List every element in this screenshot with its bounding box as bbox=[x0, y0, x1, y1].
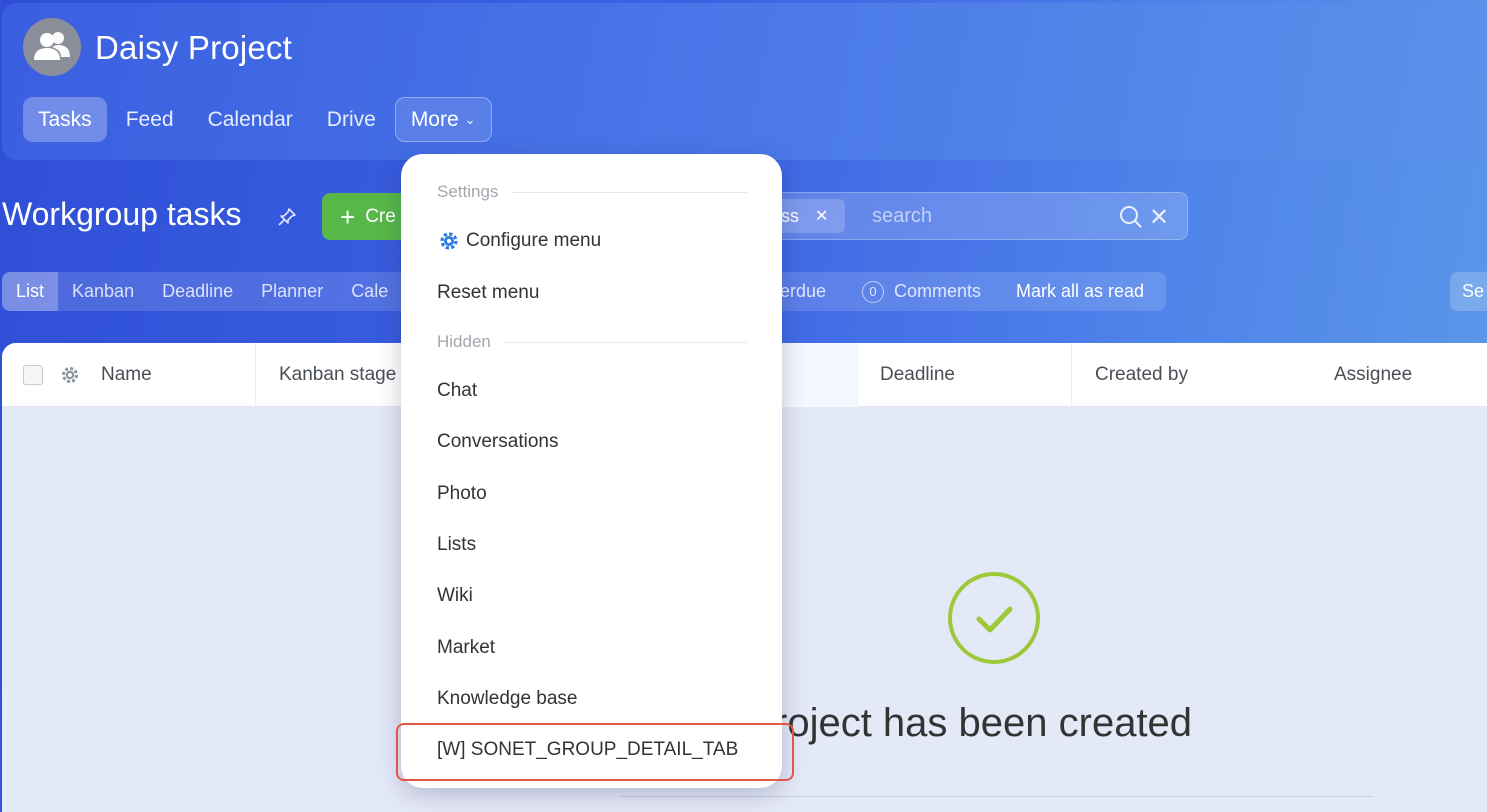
column-divider bbox=[857, 343, 858, 407]
more-dropdown-menu: Settings Configure menu Reset menu Hidde… bbox=[401, 154, 782, 788]
menu-item-market[interactable]: Market bbox=[437, 637, 495, 659]
menu-section-hidden: Hidden bbox=[437, 332, 747, 352]
gear-icon bbox=[440, 232, 458, 250]
nav-more-label: More bbox=[410, 107, 459, 131]
plus-icon: + bbox=[340, 201, 356, 232]
comments-label: Comments bbox=[894, 281, 982, 301]
search-icon[interactable] bbox=[1118, 204, 1144, 230]
section-divider bbox=[512, 191, 747, 193]
column-created-by[interactable]: Created by bbox=[1095, 343, 1188, 407]
pin-icon[interactable] bbox=[276, 206, 298, 228]
column-divider bbox=[255, 343, 256, 407]
empty-state-message: roject has been created bbox=[774, 701, 1193, 745]
divider bbox=[620, 796, 1374, 797]
chip-remove-icon[interactable]: ✕ bbox=[815, 206, 828, 226]
comments-count-badge: 0 bbox=[862, 280, 884, 303]
create-button-label: Cre bbox=[365, 205, 396, 227]
search-input[interactable]: search bbox=[872, 205, 932, 228]
view-tab-list[interactable]: List bbox=[2, 272, 59, 311]
nav-tab-drive[interactable]: Drive bbox=[312, 97, 391, 142]
menu-item-chat[interactable]: Chat bbox=[437, 380, 477, 402]
menu-item-conversations[interactable]: Conversations bbox=[437, 431, 558, 453]
menu-item-reset[interactable]: Reset menu bbox=[437, 282, 539, 304]
filter-search-box[interactable]: ss ✕ search ✕ bbox=[760, 192, 1188, 240]
menu-item-knowledge-base[interactable]: Knowledge base bbox=[437, 688, 578, 710]
gear-icon[interactable] bbox=[60, 365, 80, 385]
view-tab-kanban[interactable]: Kanban bbox=[58, 272, 148, 311]
success-icon bbox=[948, 572, 1040, 664]
project-nav: Tasks Feed Calendar Drive More ⌄ bbox=[23, 97, 492, 142]
menu-item-lists[interactable]: Lists bbox=[437, 534, 476, 556]
mark-all-read-button[interactable]: Mark all as read bbox=[1016, 272, 1144, 311]
group-avatar[interactable] bbox=[23, 18, 81, 76]
page-title: Workgroup tasks bbox=[2, 196, 242, 232]
menu-item-sonet-group-detail-tab[interactable]: [W] SONET_GROUP_DETAIL_TAB bbox=[437, 739, 738, 761]
view-tab-planner[interactable]: Planner bbox=[247, 272, 337, 311]
column-deadline[interactable]: Deadline bbox=[880, 343, 955, 407]
menu-item-wiki[interactable]: Wiki bbox=[437, 585, 473, 607]
column-divider bbox=[1071, 343, 1072, 407]
column-highlight bbox=[782, 343, 858, 407]
comments-counter[interactable]: 0 Comments bbox=[862, 272, 981, 311]
menu-item-photo[interactable]: Photo bbox=[437, 483, 487, 505]
menu-section-label: Hidden bbox=[437, 332, 491, 351]
project-header: Daisy Project Tasks Feed Calendar Drive … bbox=[2, 3, 1487, 160]
menu-item-label: Configure menu bbox=[466, 230, 602, 251]
nav-more-button[interactable]: More ⌄ bbox=[394, 97, 492, 142]
check-icon bbox=[976, 606, 1013, 633]
section-divider bbox=[504, 341, 747, 343]
nav-tab-tasks[interactable]: Tasks bbox=[23, 97, 107, 142]
close-icon[interactable]: ✕ bbox=[1149, 203, 1169, 232]
settings-button[interactable]: Se bbox=[1450, 272, 1487, 311]
menu-item-configure[interactable]: Configure menu bbox=[439, 230, 601, 252]
project-title[interactable]: Daisy Project bbox=[95, 29, 292, 67]
nav-tab-calendar[interactable]: Calendar bbox=[193, 97, 308, 142]
select-all-checkbox[interactable] bbox=[23, 365, 43, 385]
menu-section-label: Settings bbox=[437, 182, 499, 201]
filter-chip-label: ss bbox=[781, 205, 799, 226]
nav-tab-feed[interactable]: Feed bbox=[111, 97, 189, 142]
column-name[interactable]: Name bbox=[101, 343, 152, 407]
view-tab-calendar[interactable]: Cale bbox=[337, 272, 402, 311]
column-assignee[interactable]: Assignee bbox=[1334, 343, 1412, 407]
users-icon bbox=[34, 32, 70, 60]
menu-section-settings: Settings bbox=[437, 182, 747, 202]
column-kanban-stage[interactable]: Kanban stage bbox=[279, 343, 396, 407]
view-tab-deadline[interactable]: Deadline bbox=[148, 272, 247, 311]
overdue-counter[interactable]: erdue bbox=[780, 272, 826, 311]
chevron-down-icon: ⌄ bbox=[464, 111, 476, 127]
